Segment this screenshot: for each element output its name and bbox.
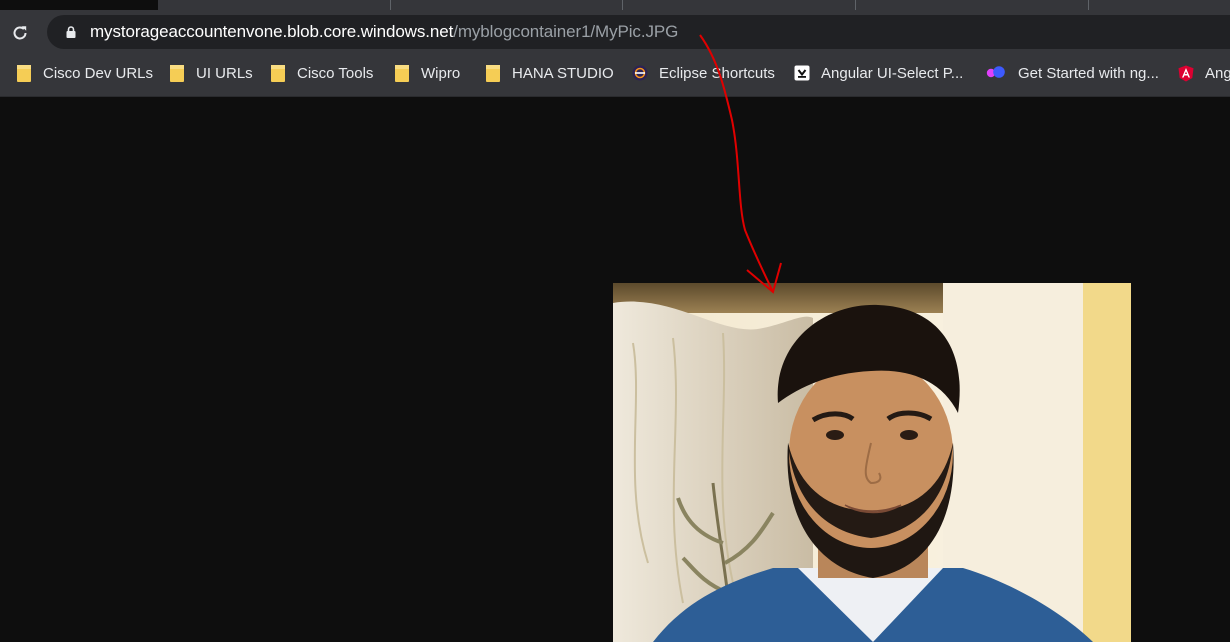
bookmark-label: Wipro [421, 64, 461, 82]
bookmark-eclipse-shortcuts[interactable]: Eclipse Shortcuts [632, 58, 775, 88]
folder-icon [485, 64, 501, 82]
tab-separator [390, 0, 391, 10]
address-bar[interactable]: mystorageaccountenvone.blob.core.windows… [47, 15, 1230, 49]
tab-strip-bar [158, 0, 1230, 10]
displayed-image [613, 283, 1131, 642]
browser-toolbar: mystorageaccountenvone.blob.core.windows… [0, 10, 1230, 58]
url-host: mystorageaccountenvone.blob.core.windows… [90, 22, 454, 41]
tab-strip [0, 0, 1230, 10]
bookmark-cisco-dev-urls[interactable]: Cisco Dev URLs [16, 58, 153, 88]
bookmark-ui-urls[interactable]: UI URLs [169, 58, 253, 88]
tab-separator [855, 0, 856, 10]
angular-icon [1178, 65, 1194, 81]
bookmark-label: UI URLs [196, 64, 253, 82]
bookmark-angular[interactable]: Ang [1178, 58, 1230, 88]
bookmark-cisco-tools[interactable]: Cisco Tools [270, 58, 373, 88]
download-icon [794, 65, 810, 81]
bookmark-hana-studio[interactable]: HANA STUDIO [485, 58, 614, 88]
bookmark-label: Get Started with ng... [1018, 64, 1159, 82]
reload-icon [13, 26, 27, 40]
bookmark-angular-ui-select[interactable]: Angular UI-Select P... [794, 58, 963, 88]
url-path: /myblogcontainer1/MyPic.JPG [453, 22, 679, 41]
bookmark-label: Angular UI-Select P... [821, 64, 964, 82]
bookmark-label: HANA STUDIO [512, 64, 614, 82]
bookmark-label: Eclipse Shortcuts [659, 64, 775, 82]
bookmark-get-started-ng[interactable]: Get Started with ng... [985, 58, 1159, 88]
ng-logo-icon [985, 65, 1007, 81]
bookmark-label: Cisco Dev URLs [43, 64, 154, 82]
lock-icon[interactable] [64, 25, 78, 39]
portrait-photo [613, 283, 1131, 642]
folder-icon [270, 64, 286, 82]
bookmark-label: Cisco Tools [297, 64, 374, 82]
bookmarks-bar: Cisco Dev URLs UI URLs Cisco Tools Wipro… [0, 58, 1230, 97]
folder-icon [169, 64, 185, 82]
eclipse-icon [632, 65, 648, 81]
folder-icon [394, 64, 410, 82]
bookmark-label: Ang [1205, 64, 1230, 82]
tab-separator [1088, 0, 1089, 10]
tab-separator [622, 0, 623, 10]
url-text[interactable]: mystorageaccountenvone.blob.core.windows… [90, 23, 678, 41]
bookmark-wipro[interactable]: Wipro [394, 58, 460, 88]
reload-button[interactable] [8, 18, 32, 48]
folder-icon [16, 64, 32, 82]
